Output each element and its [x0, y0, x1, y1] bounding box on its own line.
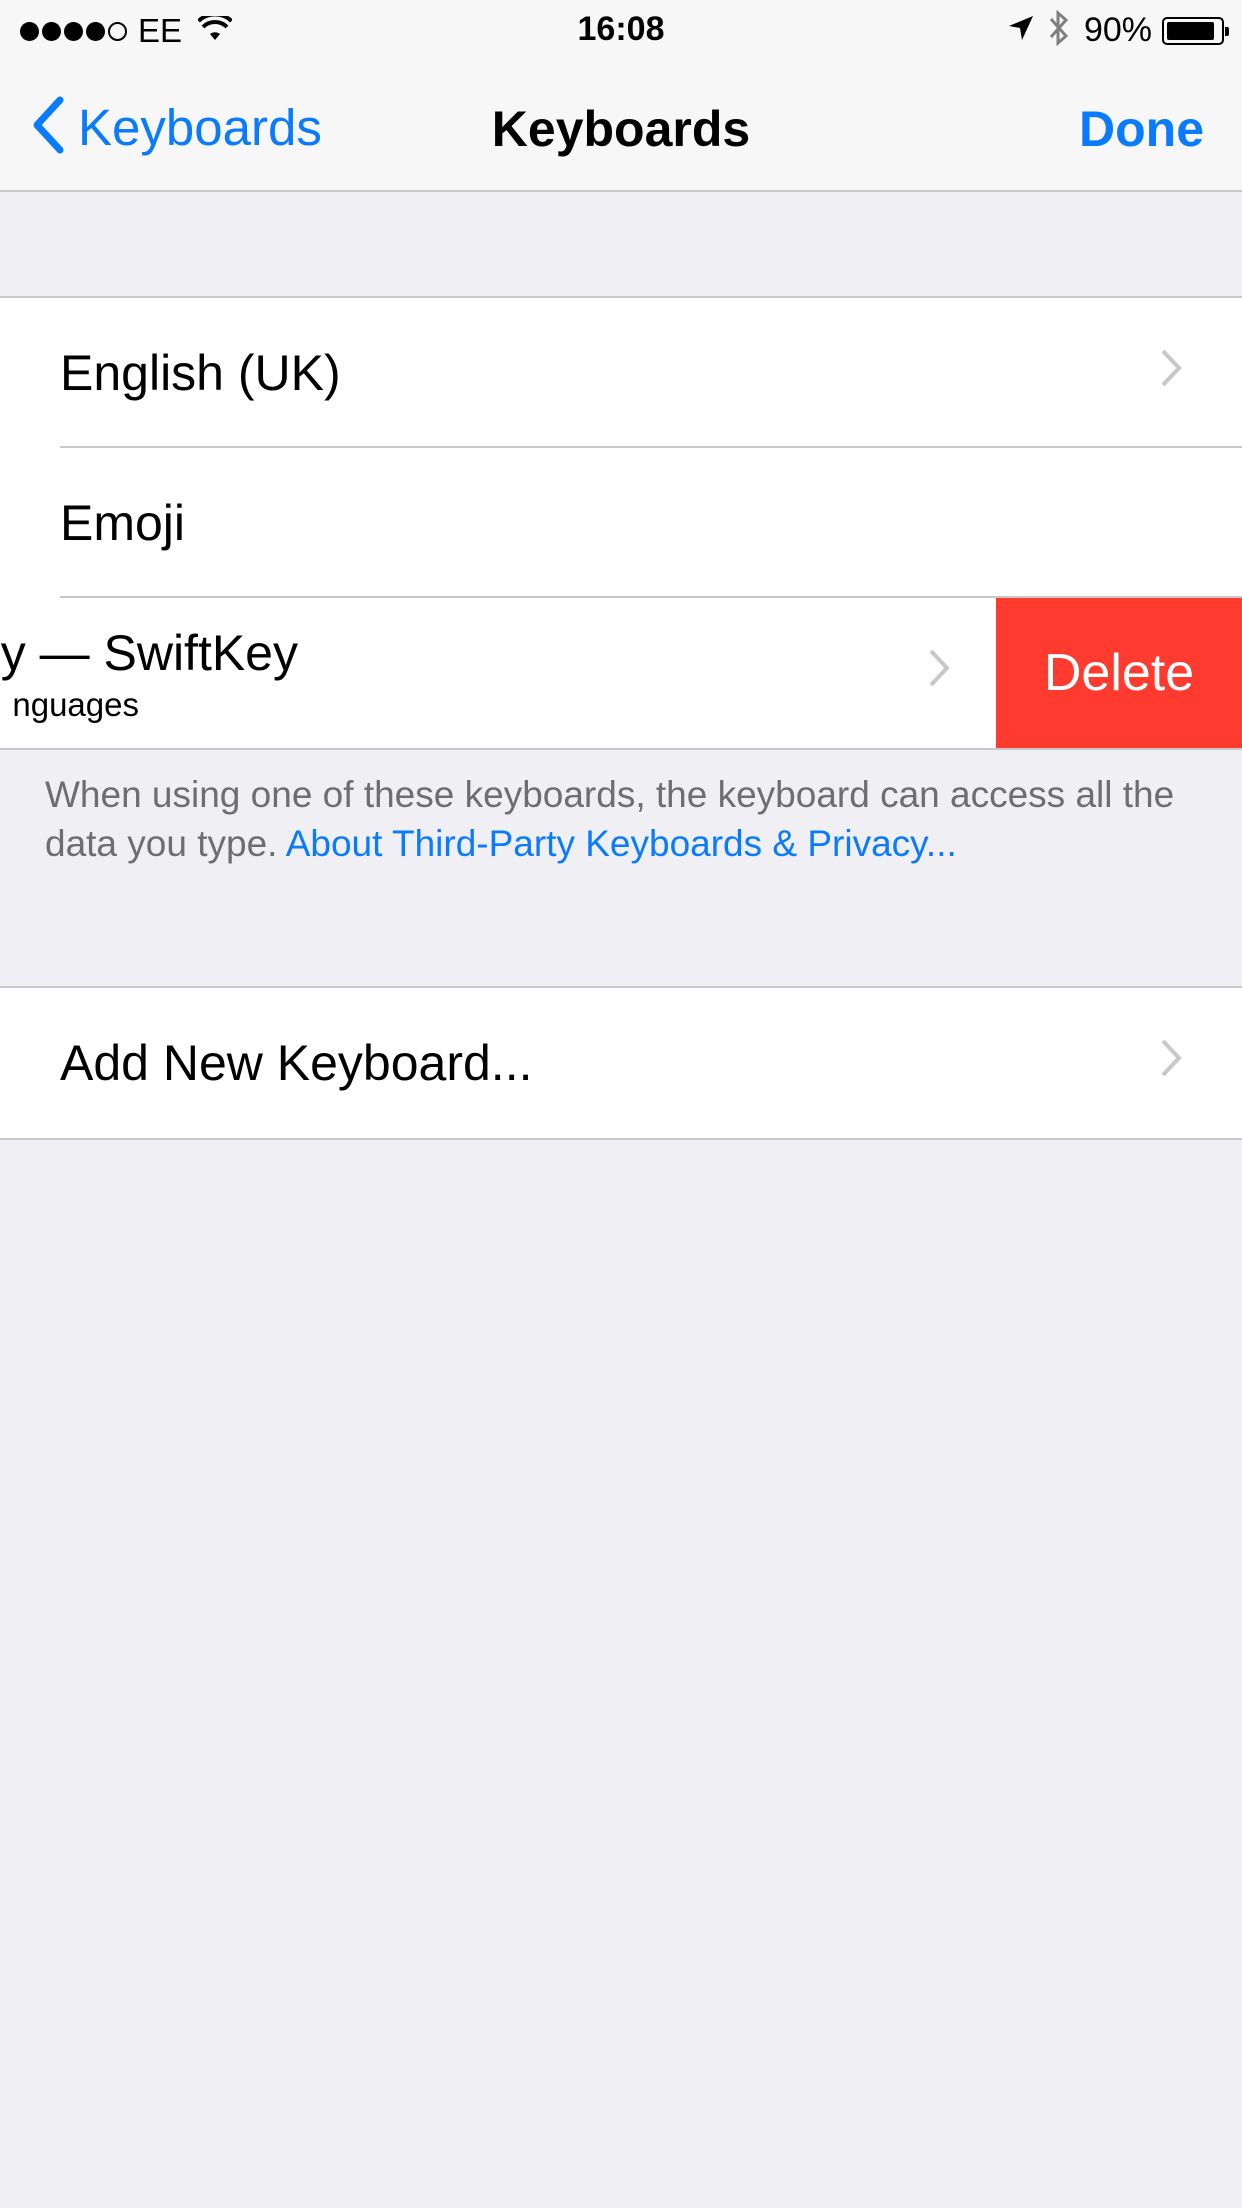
- status-right: 90%: [1008, 9, 1229, 51]
- list-item-label: y — SwiftKey: [0, 625, 298, 681]
- navigation-bar: Keyboards Keyboards Done: [0, 60, 1242, 192]
- status-bar: EE 16:08 90%: [0, 0, 1242, 60]
- add-new-keyboard-label: Add New Keyboard...: [60, 1035, 533, 1091]
- chevron-right-icon: [1160, 348, 1182, 393]
- list-item-label: English (UK): [60, 345, 341, 401]
- list-item-label: Emoji: [60, 495, 186, 551]
- list-item-swiftkey[interactable]: y — SwiftKey nguages Delete: [0, 598, 1242, 748]
- page-title: Keyboards: [491, 101, 751, 157]
- privacy-link[interactable]: About Third-Party Keyboards & Privacy...: [286, 823, 957, 864]
- bluetooth-icon: [1048, 9, 1070, 51]
- keyboards-list: English (UK) Emoji y — SwiftKey nguages …: [0, 296, 1242, 750]
- chevron-right-icon: [928, 648, 950, 693]
- privacy-footer: When using one of these keyboards, the k…: [45, 770, 1205, 868]
- list-item-subtitle: nguages: [12, 686, 139, 723]
- battery-percent: 90%: [1083, 11, 1152, 49]
- swiped-row-content: y — SwiftKey nguages: [0, 598, 998, 748]
- list-item-english-uk[interactable]: English (UK): [0, 298, 1242, 448]
- add-new-keyboard-row[interactable]: Add New Keyboard...: [0, 988, 1242, 1138]
- chevron-right-icon: [1160, 1038, 1182, 1083]
- done-button[interactable]: Done: [1079, 100, 1204, 158]
- list-item-emoji[interactable]: Emoji: [0, 448, 1242, 598]
- add-keyboard-group: Add New Keyboard...: [0, 986, 1242, 1140]
- delete-button[interactable]: Delete: [996, 598, 1242, 748]
- battery-icon: [1162, 16, 1229, 45]
- location-arrow-icon: [1008, 15, 1034, 46]
